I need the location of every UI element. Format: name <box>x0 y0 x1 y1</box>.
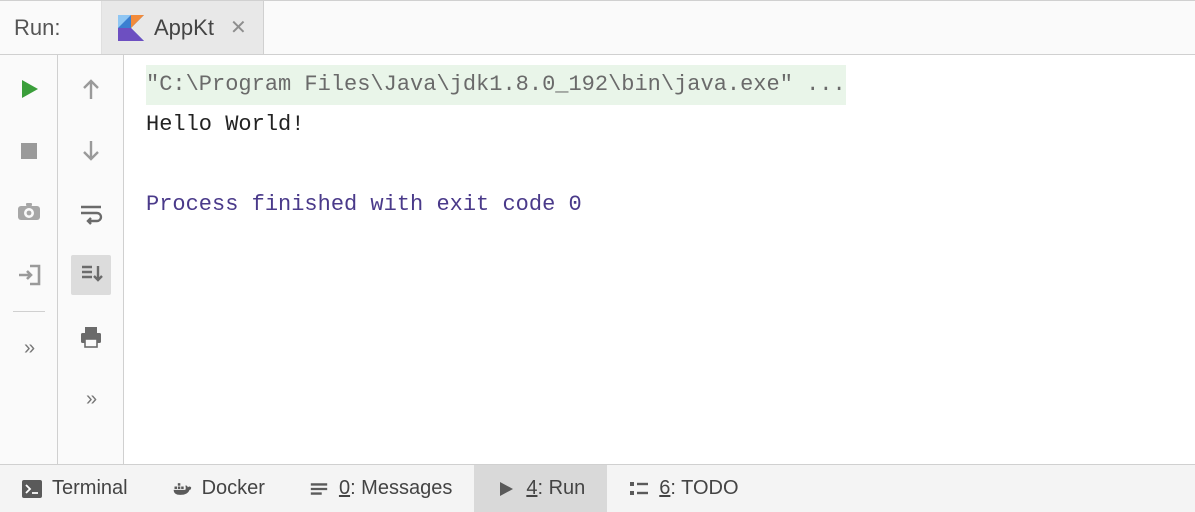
console-command-line: "C:\Program Files\Java\jdk1.8.0_192\bin\… <box>146 65 846 105</box>
run-panel-title: Run: <box>0 1 102 54</box>
stop-button[interactable] <box>9 131 49 171</box>
terminal-label: Terminal <box>52 477 128 500</box>
console-exit-line: Process finished with exit code 0 <box>146 192 582 217</box>
terminal-icon <box>22 479 42 499</box>
run-tab-appkt[interactable]: AppKt ✕ <box>102 1 264 54</box>
up-stack-button[interactable] <box>71 69 111 109</box>
messages-label: 0: Messages <box>339 477 452 500</box>
run-label: 4: Run <box>526 477 585 500</box>
run-icon <box>496 479 516 499</box>
run-tab-bar: Run: AppKt ✕ <box>0 1 1195 55</box>
soft-wrap-button[interactable] <box>71 193 111 233</box>
docker-tool-window-button[interactable]: Docker <box>150 465 287 512</box>
more-actions-button-2[interactable]: » <box>71 379 111 419</box>
run-toolbar-primary: » <box>0 55 58 464</box>
dump-threads-button[interactable] <box>9 193 49 233</box>
print-button[interactable] <box>71 317 111 357</box>
exit-button[interactable] <box>9 255 49 295</box>
tool-window-bar: Terminal Docker 0: Messages <box>0 464 1195 512</box>
scroll-to-end-button[interactable] <box>71 255 111 295</box>
run-tab-label: AppKt <box>154 15 214 41</box>
messages-icon <box>309 479 329 499</box>
todo-label: 6: TODO <box>659 477 738 500</box>
docker-icon <box>172 479 192 499</box>
terminal-tool-window-button[interactable]: Terminal <box>0 465 150 512</box>
messages-tool-window-button[interactable]: 0: Messages <box>287 465 474 512</box>
run-tool-window-button[interactable]: 4: Run <box>474 465 607 512</box>
console-stdout-line: Hello World! <box>146 112 304 137</box>
todo-tool-window-button[interactable]: 6: TODO <box>607 465 760 512</box>
console-output[interactable]: "C:\Program Files\Java\jdk1.8.0_192\bin\… <box>124 55 1195 464</box>
docker-label: Docker <box>202 477 265 500</box>
run-toolbar-secondary: » <box>58 55 124 464</box>
close-icon[interactable]: ✕ <box>230 15 247 40</box>
more-actions-button[interactable]: » <box>9 328 49 368</box>
todo-icon <box>629 479 649 499</box>
separator <box>13 311 45 312</box>
kotlin-icon <box>118 15 144 41</box>
down-stack-button[interactable] <box>71 131 111 171</box>
rerun-button[interactable] <box>9 69 49 109</box>
